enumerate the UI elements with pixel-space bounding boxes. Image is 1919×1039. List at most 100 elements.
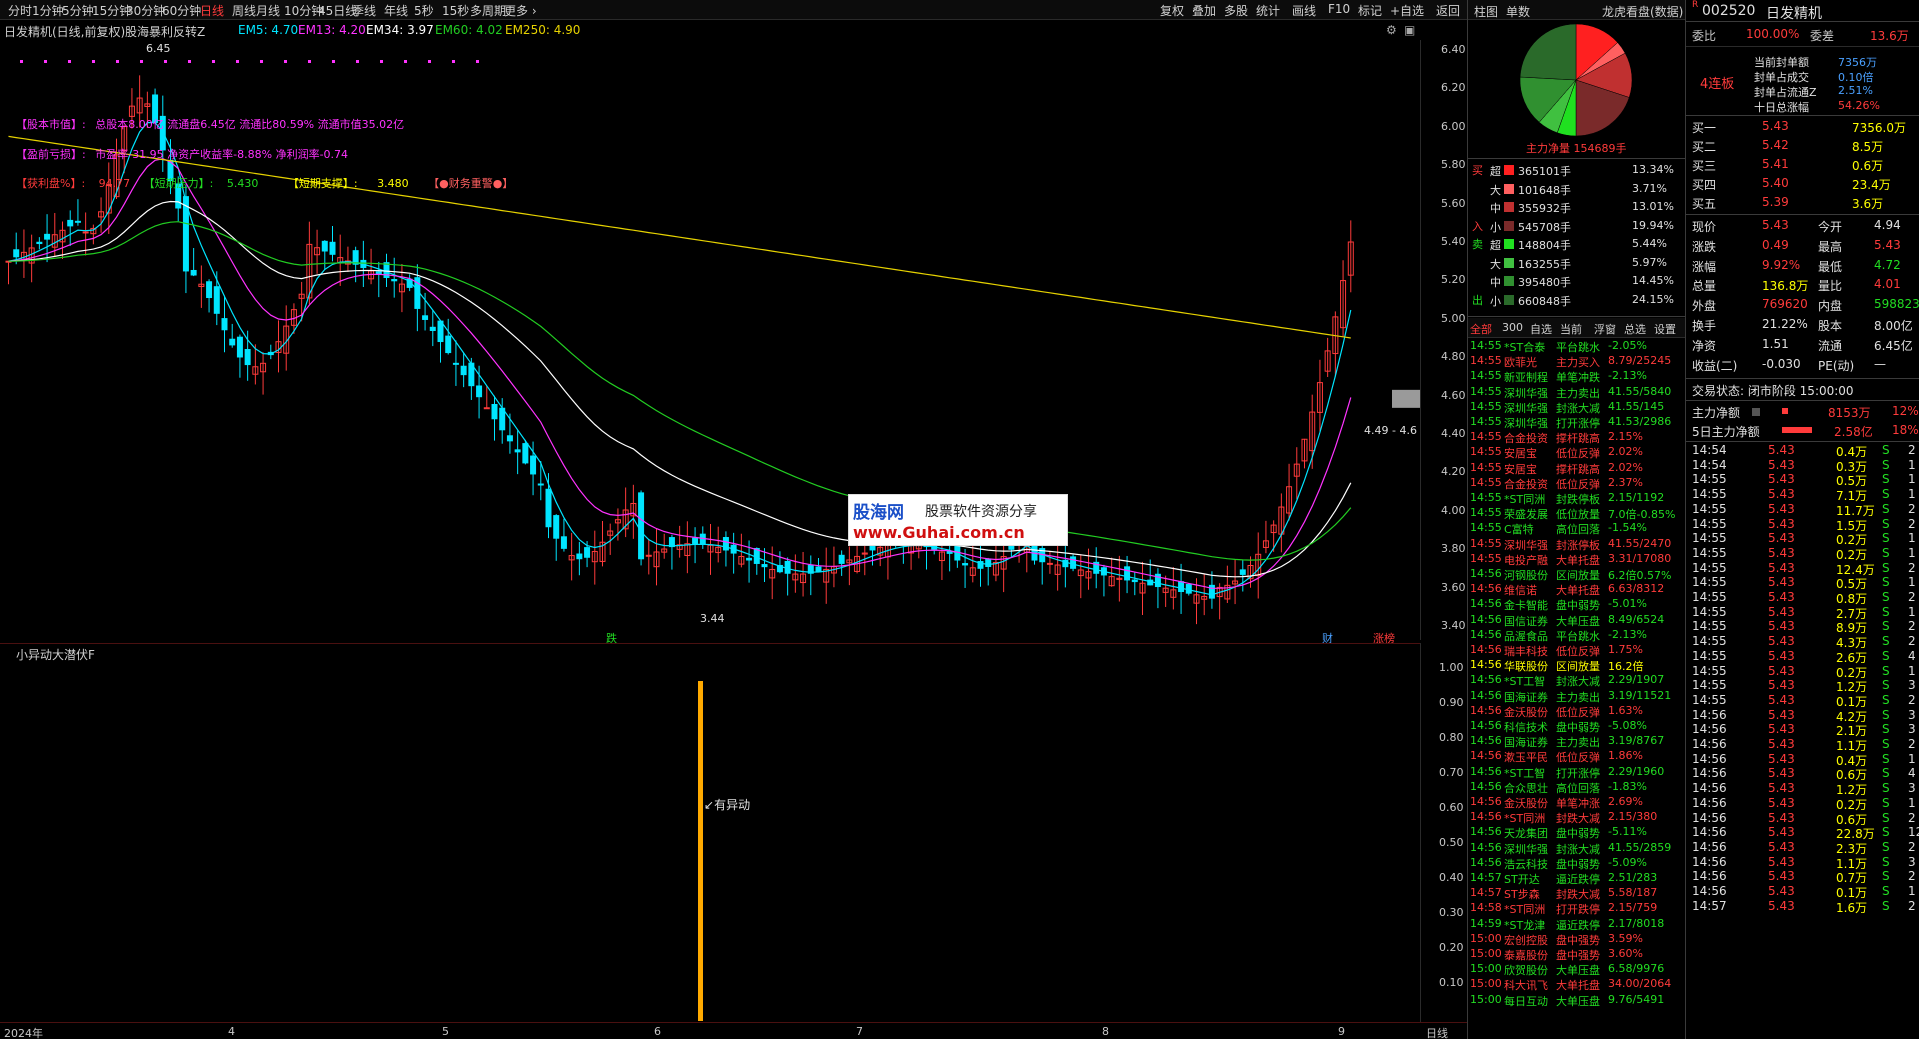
tool-button-7[interactable]: +自选 — [1390, 2, 1424, 19]
period-tab-11[interactable]: 季线 — [352, 2, 376, 19]
tool-button-0[interactable]: 复权 — [1160, 2, 1184, 19]
tool-button-8[interactable]: 返回 — [1436, 2, 1460, 19]
alert-row[interactable]: 14:58 *ST同洲 打开跌停 2.15/759 — [1468, 900, 1686, 916]
alert-row[interactable]: 14:56 科信技术 盘中弱势 -5.08% — [1468, 718, 1686, 734]
alert-row[interactable]: 14:55 *ST合泰 平台跳水 -2.05% — [1468, 338, 1686, 354]
seal-label: 十日总涨幅 — [1754, 101, 1809, 114]
alert-row[interactable]: 14:56 金卡智能 盘中弱势 -5.01% — [1468, 596, 1686, 612]
price-tick-4: 5.60 — [1441, 196, 1466, 210]
alert-row[interactable]: 14:56 国信证券 大单压盘 8.49/6524 — [1468, 612, 1686, 628]
tool-button-2[interactable]: 多股 — [1224, 2, 1248, 19]
period-tab-2[interactable]: 5分钟 — [62, 2, 94, 19]
tool-button-4[interactable]: 画线 — [1292, 2, 1316, 19]
alert-row[interactable]: 14:56 漱玉平民 低位反弹 1.86% — [1468, 748, 1686, 764]
info-icon[interactable] — [1752, 408, 1760, 416]
alert-row[interactable]: 14:55 合金投资 低位反弹 2.37% — [1468, 475, 1686, 491]
alert-row[interactable]: 14:56 河钢股份 区间放量 6.2倍0.57% — [1468, 566, 1686, 582]
period-tab-13[interactable]: 5秒 — [414, 2, 434, 19]
tool-button-3[interactable]: 统计 — [1256, 2, 1280, 19]
alert-row[interactable]: 14:56 金沃股份 单笔冲涨 2.69% — [1468, 794, 1686, 810]
alert-tab-5[interactable]: 总选 — [1624, 321, 1646, 337]
alert-row[interactable]: 14:55 安居宝 低位反弹 2.02% — [1468, 444, 1686, 460]
alert-tab-3[interactable]: 当前 — [1560, 321, 1582, 337]
alert-value: 8.79/25245 — [1608, 354, 1672, 368]
tick-price: 5.43 — [1768, 781, 1795, 796]
period-tab-16[interactable]: 更多 › — [504, 2, 537, 19]
indicator-name[interactable]: 股海暴利反转Z — [125, 23, 205, 40]
dragon-board-link[interactable]: 龙虎看盘(数据) — [1602, 3, 1683, 20]
tool-button-6[interactable]: 标记 — [1358, 2, 1382, 19]
alert-row[interactable]: 14:55 深圳华强 封涨停板 41.55/2470 — [1468, 536, 1686, 552]
period-tab-0[interactable]: 分时 — [8, 2, 32, 19]
alert-tab-0[interactable]: 全部 — [1470, 321, 1492, 337]
bid-row-0[interactable]: 买一 5.43 7356.0万 — [1686, 117, 1919, 136]
bid-row-1[interactable]: 买二 5.42 8.5万 — [1686, 136, 1919, 155]
period-tab-4[interactable]: 30分钟 — [126, 2, 165, 19]
alert-row[interactable]: 14:55 深圳华强 主力卖出 41.55/5840 — [1468, 384, 1686, 400]
alert-tab-6[interactable]: 设置 — [1654, 321, 1676, 337]
alert-row[interactable]: 14:56 深圳华强 封涨大减 41.55/2859 — [1468, 840, 1686, 856]
alert-tab-4[interactable]: 浮窗 — [1594, 321, 1616, 337]
alert-row[interactable]: 14:55 欧菲光 主力买入 8.79/25245 — [1468, 353, 1686, 369]
alert-row[interactable]: 15:00 每日互动 大单压盘 9.76/5491 — [1468, 992, 1686, 1008]
bid-row-3[interactable]: 买四 5.40 23.4万 — [1686, 174, 1919, 193]
alert-row[interactable]: 14:55 C富特 高位回落 -1.54% — [1468, 520, 1686, 536]
alert-row[interactable]: 14:56 国海证券 主力卖出 3.19/8767 — [1468, 733, 1686, 749]
period-tab-1[interactable]: 1分钟 — [32, 2, 64, 19]
bid-row-4[interactable]: 买五 5.39 3.6万 — [1686, 193, 1919, 212]
alert-time: 14:56 — [1470, 597, 1502, 611]
alert-row[interactable]: 14:56 合众思壮 高位回落 -1.83% — [1468, 779, 1686, 795]
period-tab-6[interactable]: 日线 — [200, 2, 224, 19]
alert-row[interactable]: 15:00 科大讯飞 大单托盘 34.00/2064 — [1468, 976, 1686, 992]
indicator-chart[interactable] — [0, 661, 1420, 1022]
alert-tab-2[interactable]: 自选 — [1530, 321, 1552, 337]
alert-row[interactable]: 14:55 荣盛发展 低位放量 7.0倍-0.85% — [1468, 505, 1686, 521]
alert-row[interactable]: 14:56 *ST工智 封涨大减 2.29/1907 — [1468, 672, 1686, 688]
alert-row[interactable]: 14:56 国海证券 主力卖出 3.19/11521 — [1468, 688, 1686, 704]
alert-row[interactable]: 14:55 深圳华强 封涨大减 41.55/145 — [1468, 399, 1686, 415]
settings-icon[interactable]: ⚙ — [1386, 23, 1397, 37]
window-icon[interactable]: ▣ — [1404, 23, 1415, 37]
period-tab-14[interactable]: 15秒 — [442, 2, 469, 19]
alert-row[interactable]: 14:55 *ST同洲 封跌停板 2.15/1192 — [1468, 490, 1686, 506]
right-panel: 柱图 单数 龙虎看盘(数据) 主力净量 154689手 超 365101手 13.3… — [1467, 0, 1919, 1039]
alert-row[interactable]: 14:56 金沃股份 低位反弹 1.63% — [1468, 703, 1686, 719]
period-tab-12[interactable]: 年线 — [384, 2, 408, 19]
alert-tab-1[interactable]: 300 — [1502, 321, 1523, 334]
price-tick-1: 6.20 — [1441, 81, 1466, 95]
period-tab-8[interactable]: 月线 — [256, 2, 280, 19]
candle-108 — [838, 550, 845, 576]
alert-value: 1.86% — [1608, 749, 1643, 763]
tick-side: S — [1882, 575, 1890, 590]
bid-row-2[interactable]: 买三 5.41 0.6万 — [1686, 155, 1919, 174]
alert-row[interactable]: 14:55 合金投资 撑杆跳高 2.15% — [1468, 429, 1686, 445]
period-tab-15[interactable]: 多周期 — [470, 2, 506, 19]
alert-row[interactable]: 14:56 维信诺 大单托盘 6.63/8312 — [1468, 581, 1686, 597]
alert-row[interactable]: 14:55 安居宝 撑杆跳高 2.02% — [1468, 460, 1686, 476]
alert-row[interactable]: 15:00 泰嘉股份 盘中强势 3.60% — [1468, 946, 1686, 962]
alert-row[interactable]: 14:55 电投产融 大单托盘 3.31/17080 — [1468, 551, 1686, 567]
alert-row[interactable]: 14:55 深圳华强 打开涨停 41.53/2986 — [1468, 414, 1686, 430]
alert-row[interactable]: 14:55 新亚制程 单笔冲跌 -2.13% — [1468, 368, 1686, 384]
tool-button-5[interactable]: F10 — [1328, 2, 1350, 16]
alert-row[interactable]: 14:56 *ST同洲 封跌大减 2.15/380 — [1468, 809, 1686, 825]
tick-side: S — [1882, 545, 1890, 560]
tool-button-1[interactable]: 叠加 — [1192, 2, 1216, 19]
alert-row[interactable]: 15:00 欣贺股份 大单压盘 6.58/9976 — [1468, 961, 1686, 977]
alert-row[interactable]: 14:56 瑞丰科技 低位反弹 1.75% — [1468, 642, 1686, 658]
alert-row[interactable]: 14:59 *ST龙津 逼近跌停 2.17/8018 — [1468, 916, 1686, 932]
alert-row[interactable]: 14:56 天龙集团 盘中弱势 -5.11% — [1468, 824, 1686, 840]
alert-row[interactable]: 14:56 品渥食品 平台跳水 -2.13% — [1468, 627, 1686, 643]
alert-row[interactable]: 14:57 ST步森 封跌大减 5.58/187 — [1468, 885, 1686, 901]
tick-time: 14:55 — [1692, 531, 1727, 546]
alert-row[interactable]: 14:56 *ST工智 打开涨停 2.29/1960 — [1468, 764, 1686, 780]
tab-count[interactable]: 单数 — [1506, 3, 1530, 20]
period-tab-5[interactable]: 60分钟 — [162, 2, 201, 19]
tick-time: 14:55 — [1692, 487, 1727, 502]
period-tab-7[interactable]: 周线 — [232, 2, 256, 19]
alert-row[interactable]: 14:56 华联股份 区间放量 16.2倍 — [1468, 657, 1686, 673]
alert-row[interactable]: 14:56 浩云科技 盘中弱势 -5.09% — [1468, 855, 1686, 871]
tab-bar-chart[interactable]: 柱图 — [1474, 3, 1498, 20]
alert-row[interactable]: 15:00 宏创控股 盘中强势 3.59% — [1468, 931, 1686, 947]
alert-row[interactable]: 14:57 ST开达 逼近跌停 2.51/283 — [1468, 870, 1686, 886]
